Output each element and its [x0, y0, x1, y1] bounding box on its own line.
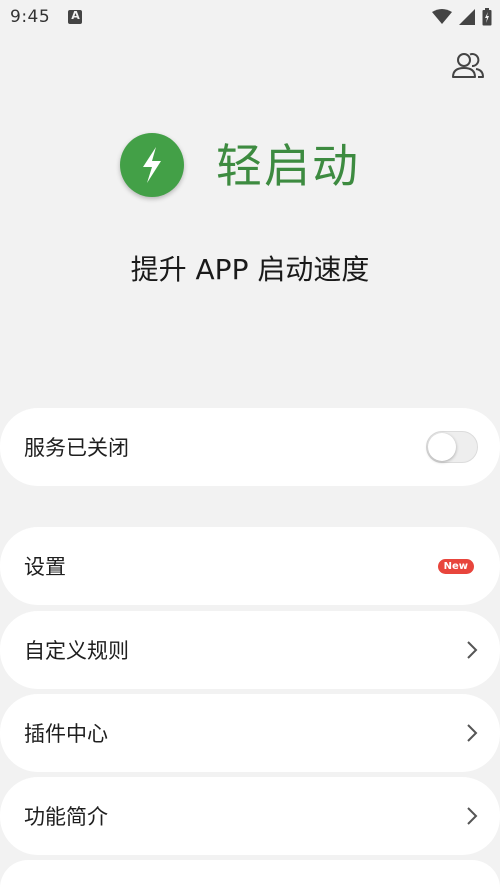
- chevron-right-icon: [467, 807, 478, 825]
- status-time: 9:45: [10, 7, 51, 27]
- menu-item-label: 功能简介: [24, 805, 108, 829]
- menu-item-label: 插件中心: [24, 722, 108, 746]
- signal-icon: [459, 9, 475, 25]
- app-title: 轻启动: [216, 139, 360, 193]
- service-status-label: 服务已关闭: [24, 436, 129, 460]
- app-logo: [120, 133, 184, 197]
- people-button[interactable]: [450, 48, 486, 84]
- menu-item-label: 设置: [24, 555, 66, 579]
- app-subtitle: 提升 APP 启动速度: [130, 253, 370, 286]
- menu-item-plugin-center[interactable]: 插件中心: [0, 694, 500, 772]
- service-toggle[interactable]: [426, 431, 478, 463]
- lightning-icon: [143, 147, 161, 183]
- chevron-right-icon: [467, 641, 478, 659]
- menu-item-settings[interactable]: 设置 New: [0, 527, 500, 605]
- wifi-icon: [432, 9, 452, 24]
- chevron-right-icon: [467, 724, 478, 742]
- menu-item-feature-intro[interactable]: 功能简介: [0, 777, 500, 855]
- menu-item-label: 自定义规则: [24, 639, 129, 663]
- menu-item-custom-rules[interactable]: 自定义规则: [0, 611, 500, 689]
- new-badge: New: [437, 558, 474, 574]
- status-bar: 9:45: [0, 0, 500, 34]
- notification-a-icon: [68, 9, 83, 24]
- menu-item-partial[interactable]: [0, 860, 500, 888]
- toggle-knob: [428, 433, 456, 461]
- people-icon: [452, 53, 484, 78]
- service-card[interactable]: 服务已关闭: [0, 408, 500, 486]
- battery-icon: [482, 8, 492, 26]
- status-icons: [432, 8, 492, 26]
